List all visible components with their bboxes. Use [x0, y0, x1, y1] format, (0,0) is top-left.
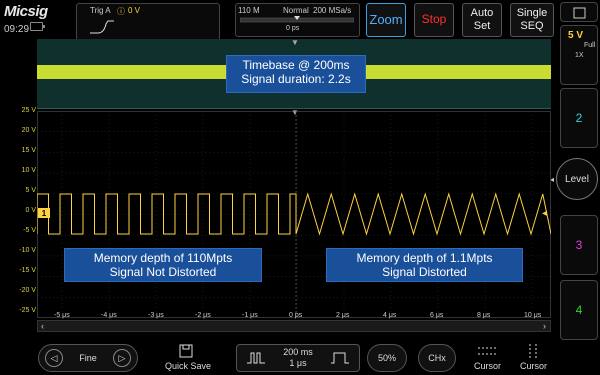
- waveform-grid: [37, 111, 551, 318]
- acquisition-mode: Normal: [283, 6, 309, 15]
- x-axis-tick-label: 8 μs: [477, 312, 491, 319]
- sample-rate: 200 MSa/s: [313, 6, 352, 15]
- timebase-value: 200 ms: [283, 347, 313, 358]
- auto-set-button[interactable]: Auto Set: [462, 3, 502, 37]
- y-axis-tick-label: 15 V: [21, 147, 36, 154]
- trigger-level: 0 V: [128, 6, 141, 15]
- channel-2-button[interactable]: 2: [560, 88, 598, 148]
- chx-button[interactable]: CHx: [418, 344, 456, 372]
- memory-depth: 110 M: [238, 6, 260, 15]
- y-axis-tick-label: 10 V: [21, 167, 36, 174]
- y-axis-tick-label: -15 V: [19, 267, 36, 274]
- y-axis-tick-label: -10 V: [19, 247, 36, 254]
- wide-pulse-icon: [331, 352, 349, 364]
- y-axis-tick-label: 20 V: [21, 127, 36, 134]
- scroll-left-icon[interactable]: ‹: [41, 321, 44, 331]
- memory-position-bar: [240, 16, 354, 23]
- ch1-probe: 1X: [575, 52, 584, 59]
- fifty-percent-button[interactable]: 50%: [367, 344, 407, 372]
- left-arrow-icon[interactable]: ◁: [45, 349, 63, 367]
- stop-button[interactable]: Stop: [414, 3, 454, 37]
- scroll-right-icon[interactable]: ›: [543, 321, 546, 331]
- channel-4-button[interactable]: 4: [560, 280, 598, 340]
- trigger-source-icon: ⓘ: [117, 7, 125, 16]
- narrow-pulse-icon: [247, 352, 265, 364]
- ch1-waveform-square: [37, 193, 297, 235]
- ch1-volts-per-div: 5 V: [568, 30, 584, 41]
- left-callout: Memory depth of 110Mpts Signal Not Disto…: [64, 248, 262, 282]
- x-axis-tick-label: -1 μs: [242, 312, 258, 319]
- rising-edge-icon: [90, 20, 114, 34]
- oscilloscope-screen: Micsig 09:29 Trig A ⓘ 0 V 110 M Normal 2…: [0, 0, 600, 375]
- y-axis-tick-label: -20 V: [19, 287, 36, 294]
- x-axis-tick-label: -4 μs: [101, 312, 117, 319]
- ch1-waveform-triangle: [295, 192, 551, 236]
- cursor-horizontal-label: Cursor: [474, 361, 502, 371]
- overview-callout: Timebase @ 200ms Signal duration: 2.2s: [226, 55, 366, 93]
- callout-line: Memory depth of 1.1Mpts: [356, 251, 493, 265]
- single-seq-button[interactable]: Single SEQ: [510, 3, 554, 37]
- y-axis-tick-label: -25 V: [19, 307, 36, 314]
- y-axis-tick-label: 0 V: [25, 207, 36, 214]
- x-axis-tick-label: -2 μs: [195, 312, 211, 319]
- x-axis-tick-label: 2 μs: [336, 312, 350, 319]
- callout-line: Signal Not Distorted: [109, 265, 217, 280]
- trigger-position-marker-top: ▼: [291, 38, 299, 47]
- zoom-button[interactable]: Zoom: [366, 3, 406, 37]
- callout-line: Signal duration: 2.2s: [241, 72, 351, 87]
- trigger-label: Trig A: [90, 6, 111, 15]
- ch1-ground-marker[interactable]: 1: [38, 208, 50, 218]
- clock: 09:29: [4, 24, 30, 35]
- x-axis-tick-label: -5 μs: [54, 312, 70, 319]
- level-button[interactable]: Level: [556, 158, 598, 200]
- x-axis-tick-label: 6 μs: [430, 312, 444, 319]
- right-arrow-icon[interactable]: ▷: [113, 349, 131, 367]
- right-callout: Memory depth of 1.1Mpts Signal Distorted: [326, 248, 523, 282]
- save-icon: [179, 344, 193, 358]
- fine-label: Fine: [79, 353, 97, 363]
- trigger-level-arrow-icon[interactable]: ◂: [542, 208, 547, 219]
- timebase-zoom-value: 1 μs: [289, 358, 307, 368]
- callout-line: Timebase @ 200ms: [242, 58, 350, 72]
- y-axis-tick-label: -5 V: [23, 227, 36, 234]
- x-axis-tick-label: -3 μs: [148, 312, 164, 319]
- y-axis-tick-label: 5 V: [25, 187, 36, 194]
- brand-logo: Micsig: [4, 3, 48, 20]
- x-axis-tick-label: 10 μs: [524, 312, 542, 319]
- x-axis-tick-label: 0 ps: [289, 312, 303, 319]
- channel-3-button[interactable]: 3: [560, 215, 598, 275]
- battery-icon: [30, 22, 45, 31]
- cursor-vertical-label: Cursor: [520, 361, 548, 371]
- menu-icon: [573, 7, 586, 19]
- y-axis-tick-label: 25 V: [21, 107, 36, 114]
- fine-control[interactable]: ◁ Fine ▷: [38, 344, 138, 372]
- timebase-control[interactable]: 200 ms 1 μs: [236, 344, 360, 372]
- horizontal-scrollbar[interactable]: [37, 320, 551, 332]
- callout-line: Memory depth of 110Mpts: [93, 251, 233, 265]
- menu-button[interactable]: [560, 2, 598, 22]
- quick-save-label: Quick Save: [165, 361, 212, 371]
- x-axis-tick-label: 4 μs: [383, 312, 397, 319]
- callout-line: Signal Distorted: [382, 265, 467, 280]
- horizontal-position: 0 ps: [286, 25, 300, 32]
- ch1-bandwidth: Full: [584, 42, 596, 49]
